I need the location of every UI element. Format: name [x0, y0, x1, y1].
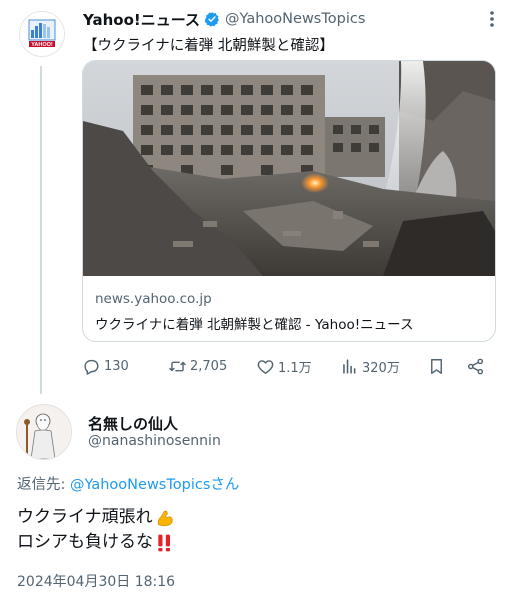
card-domain: news.yahoo.co.jp — [95, 291, 212, 307]
reply-author-handle[interactable]: @nanashinosennin — [88, 433, 221, 449]
heart-icon — [257, 359, 274, 374]
retweet-count: 2,705 — [190, 358, 228, 374]
reply-line-2-text: ロシアも負けるな — [17, 532, 153, 552]
replying-to-honorific[interactable]: さん — [210, 477, 239, 493]
author-name[interactable]: Yahoo!ニュース — [83, 9, 200, 30]
reply-text: ウクライナ頑張れ ロシアも負けるな — [17, 505, 175, 555]
like-count: 1.1万 — [278, 360, 312, 376]
reply-button[interactable]: 130 — [82, 353, 129, 379]
reply-line-1-text: ウクライナ頑張れ — [17, 507, 153, 527]
reply-line-2: ロシアも負けるな — [17, 530, 175, 555]
tweet-header: Yahoo!ニュース @YahooNewsTopics — [83, 8, 503, 30]
news-photo — [83, 61, 495, 276]
more-options-icon[interactable] — [481, 8, 503, 30]
tweet-text: 【ウクライナに着弾 北朝鮮製と確認】 — [83, 38, 334, 54]
retweet-icon — [169, 361, 186, 371]
verified-badge-icon — [204, 12, 219, 27]
action-bar: 130 2,705 1.1万 320万 — [82, 353, 494, 379]
card-title: ウクライナに着弾 北朝鮮製と確認 - Yahoo!ニュース — [95, 317, 414, 333]
views-button[interactable]: 320万 — [340, 353, 400, 379]
flexed-biceps-icon — [157, 510, 173, 526]
share-icon — [467, 358, 484, 374]
view-count: 320万 — [362, 360, 400, 376]
link-card[interactable]: news.yahoo.co.jp ウクライナに着弾 北朝鮮製と確認 - Yaho… — [82, 60, 496, 342]
reply-author-name[interactable]: 名無しの仙人 — [88, 413, 178, 434]
replying-to-label: 返信先: — [17, 477, 70, 493]
replying-to-handle-link[interactable]: @YahooNewsTopics — [70, 477, 210, 493]
share-button[interactable] — [466, 353, 485, 379]
avatar-logo-text: YAHOO! — [31, 42, 53, 48]
sennin-avatar[interactable] — [16, 404, 72, 460]
bookmark-button[interactable] — [427, 353, 446, 379]
sennin-avatar-icon — [17, 405, 71, 459]
thread-connector-line — [40, 66, 42, 394]
author-handle[interactable]: @YahooNewsTopics — [225, 11, 365, 27]
views-chart-icon — [343, 358, 356, 374]
post-timestamp[interactable]: 2024年04月30日 18:16 — [17, 571, 175, 591]
reply-line-1: ウクライナ頑張れ — [17, 505, 175, 530]
yahoo-news-logo-icon: YAHOO! — [20, 12, 64, 56]
double-exclamation-icon — [158, 534, 170, 551]
bookmark-icon — [431, 358, 442, 374]
retweet-button[interactable]: 2,705 — [168, 353, 227, 379]
reply-icon — [84, 359, 99, 375]
like-button[interactable]: 1.1万 — [256, 353, 312, 379]
yahoo-news-avatar[interactable]: YAHOO! — [19, 11, 65, 57]
reply-count: 130 — [104, 358, 129, 374]
replying-to-line: 返信先: @YahooNewsTopicsさん — [17, 473, 239, 494]
